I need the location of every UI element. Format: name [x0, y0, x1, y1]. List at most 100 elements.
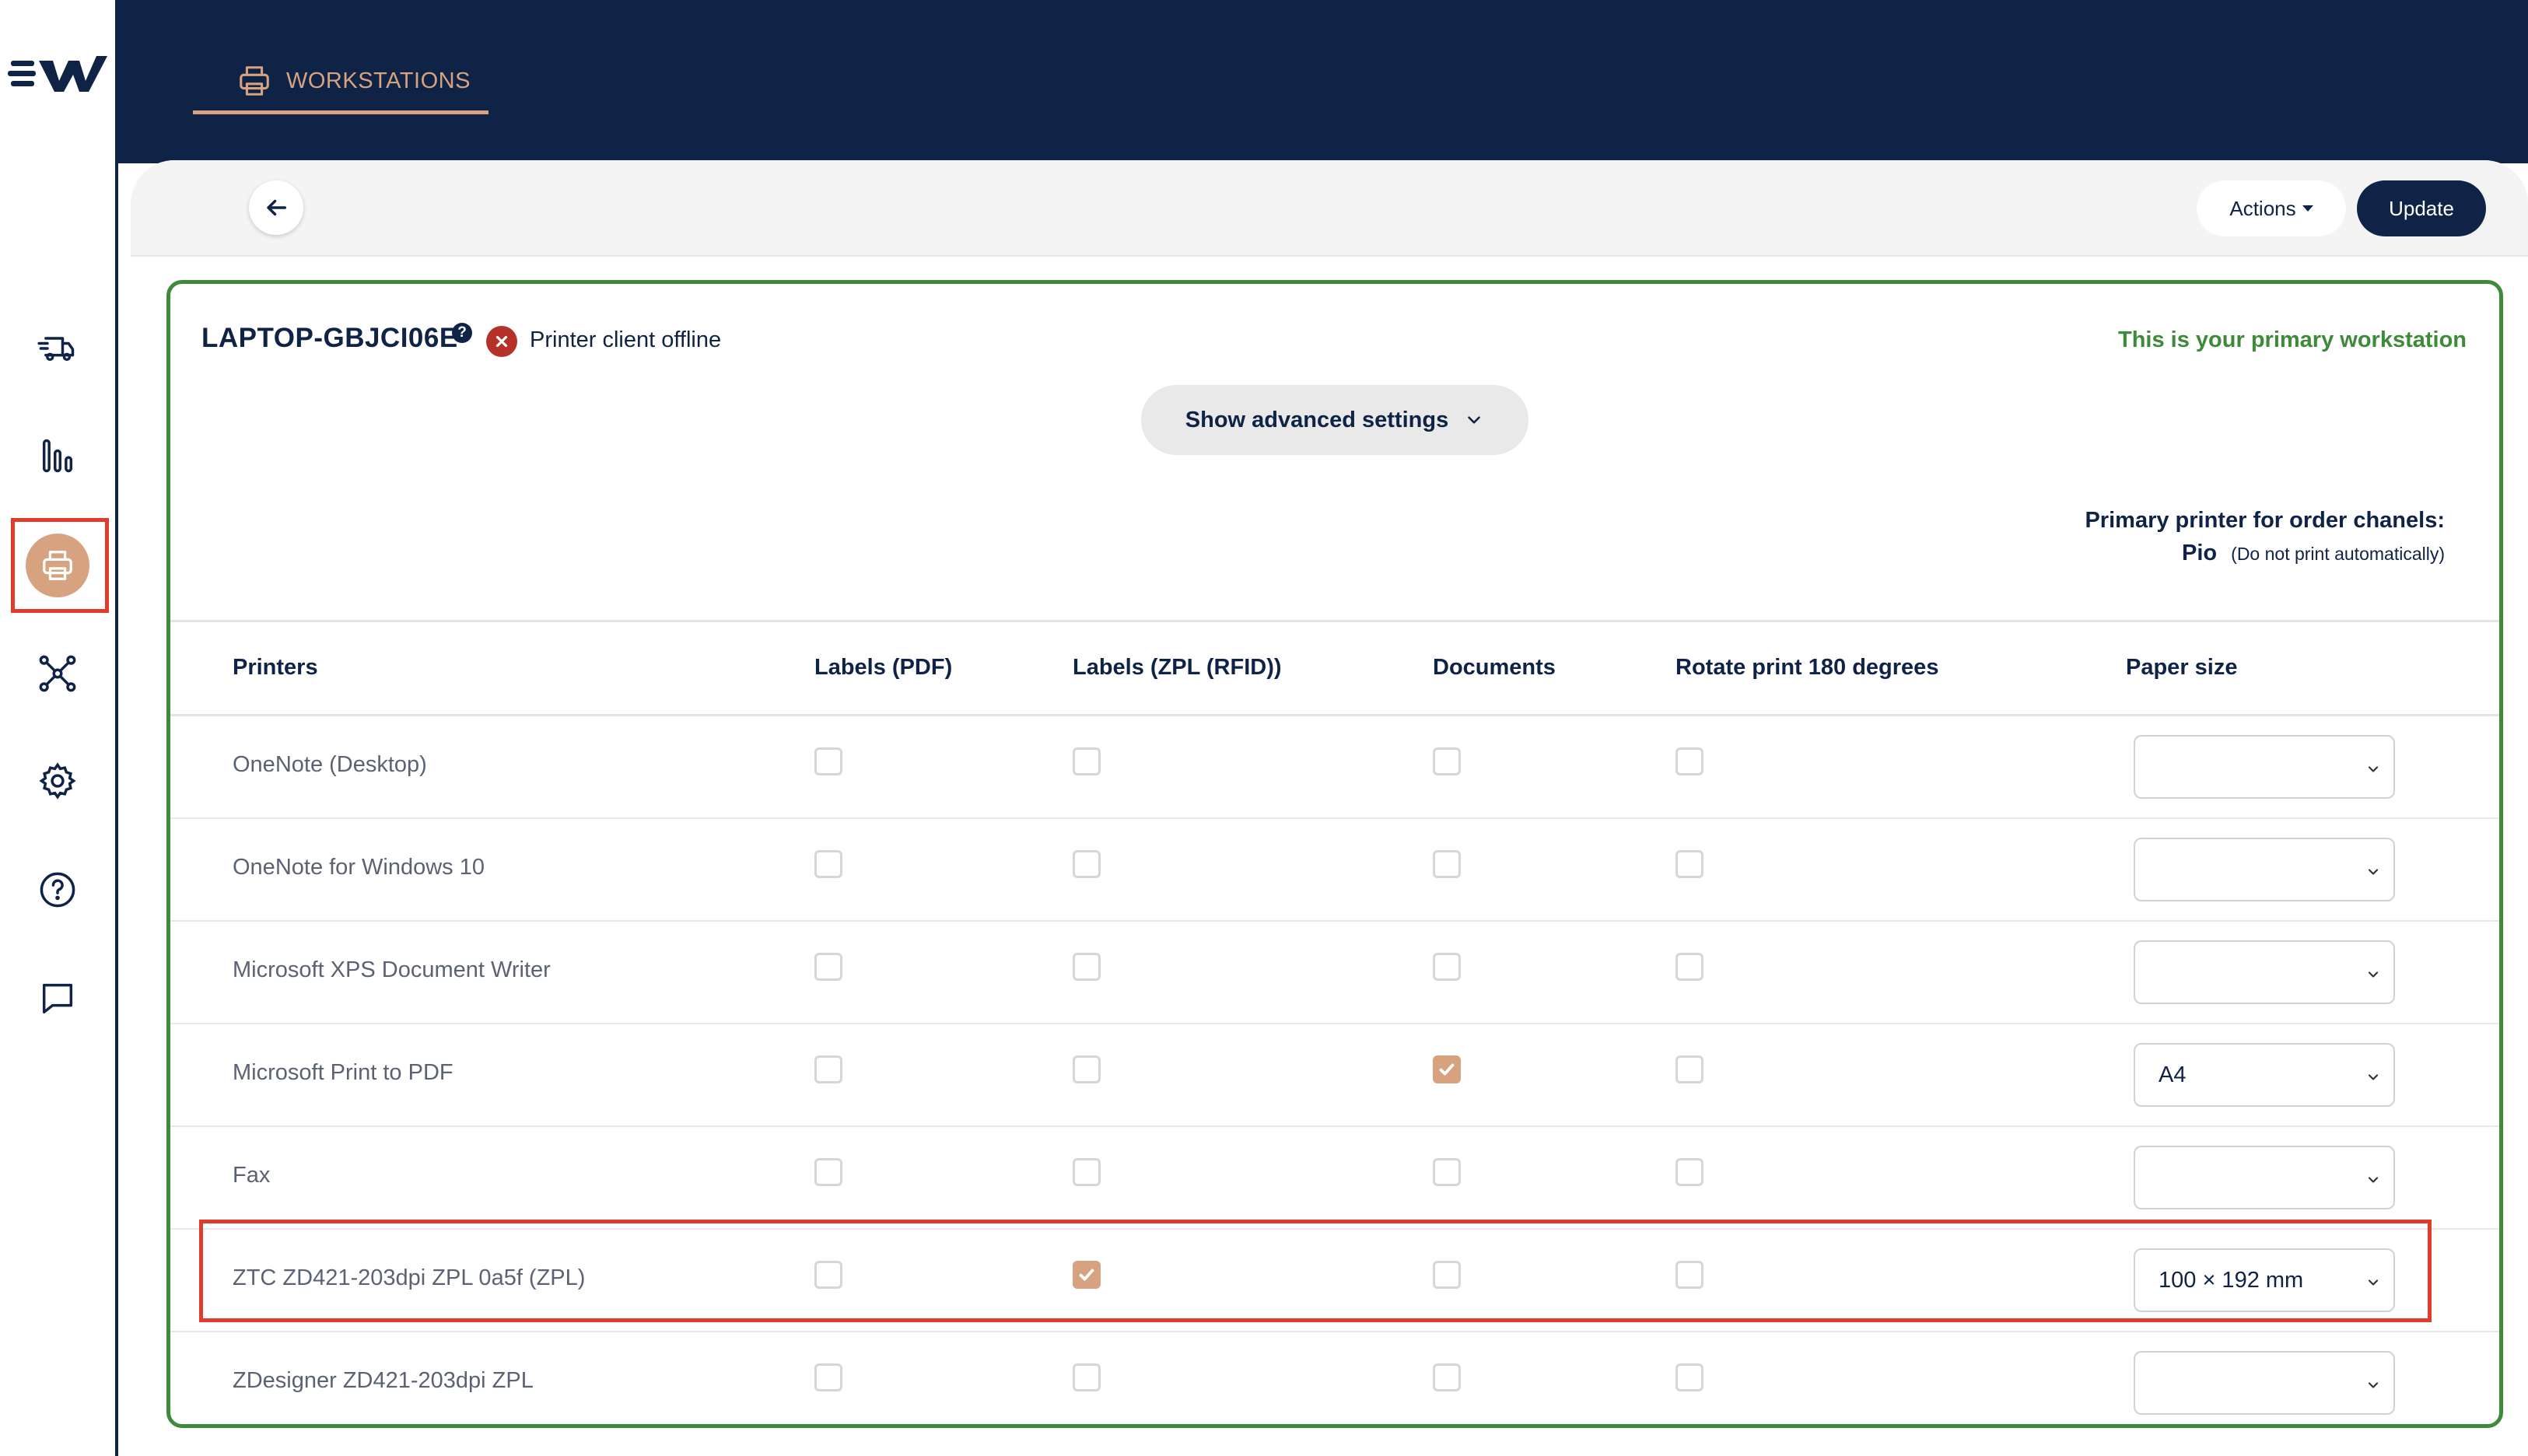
checkbox-labels-pdf[interactable] [814, 1363, 842, 1391]
col-rotate: Rotate print 180 degrees [1675, 655, 1939, 680]
printer-name: OneNote (Desktop) [233, 752, 427, 777]
checkbox-documents[interactable] [1433, 1055, 1461, 1083]
status-text: Printer client offline [530, 327, 722, 352]
chevron-down-icon [2368, 1074, 2379, 1080]
actions-label: Actions [2229, 196, 2296, 220]
col-labels-pdf: Labels (PDF) [814, 655, 953, 680]
table-row: Microsoft XPS Document Writer [170, 922, 2499, 1024]
paper-size-select[interactable]: A4 [2134, 1043, 2395, 1107]
checkbox-labels-zpl[interactable] [1073, 1055, 1101, 1083]
table-row: ZDesigner ZD421-203dpi ZPL [170, 1332, 2499, 1424]
arrow-left-icon [267, 199, 287, 216]
tab-workstations[interactable]: WORKSTATIONS [193, 47, 488, 115]
table-row: Fax [170, 1127, 2499, 1230]
offline-status-icon [486, 326, 517, 357]
checkbox-labels-zpl[interactable] [1073, 953, 1101, 981]
table-row: Microsoft Print to PDF A4 [170, 1024, 2499, 1127]
highlighted-row-frame [199, 1220, 2432, 1322]
checkbox-labels-pdf[interactable] [814, 1158, 842, 1186]
checkbox-labels-pdf[interactable] [814, 850, 842, 878]
checkbox-labels-zpl[interactable] [1073, 1158, 1101, 1186]
sidebar-item-chat[interactable] [28, 969, 87, 1028]
update-label: Update [2389, 196, 2454, 220]
primary-printer-line: Pio (Do not print automatically) [2182, 541, 2445, 566]
checkbox-rotate[interactable] [1675, 953, 1703, 981]
sidebar [0, 0, 118, 1456]
sidebar-item-shipments[interactable] [28, 319, 87, 378]
help-icon [40, 872, 75, 908]
checkbox-documents[interactable] [1433, 953, 1461, 981]
paper-size-select[interactable] [2134, 735, 2395, 799]
checkbox-labels-zpl[interactable] [1073, 1363, 1101, 1391]
checkbox-rotate[interactable] [1675, 1158, 1703, 1186]
chevron-down-icon [2368, 766, 2379, 772]
workstation-name: LAPTOP-GBJCI06E [201, 323, 458, 353]
checkbox-documents[interactable] [1433, 850, 1461, 878]
update-button[interactable]: Update [2357, 180, 2486, 236]
printer-name: OneNote for Windows 10 [233, 855, 485, 880]
close-icon [495, 335, 508, 348]
back-button[interactable] [249, 180, 303, 235]
primary-note: (Do not print automatically) [2231, 544, 2445, 564]
bar-chart-icon [42, 439, 73, 473]
question-icon[interactable]: ? [452, 323, 472, 343]
tab-label: WORKSTATIONS [286, 68, 471, 93]
paper-size-select[interactable] [2134, 1351, 2395, 1415]
logo-icon[interactable] [8, 50, 109, 96]
toolbar: Actions Update [131, 160, 2528, 257]
chat-icon [42, 983, 73, 1014]
printer-name: ZDesigner ZD421-203dpi ZPL [233, 1368, 534, 1393]
chevron-down-icon [2368, 869, 2379, 875]
checkbox-labels-zpl[interactable] [1073, 747, 1101, 775]
delivery-truck-icon [37, 337, 75, 362]
checkbox-documents[interactable] [1433, 747, 1461, 775]
chevron-down-icon [2368, 971, 2379, 978]
checkbox-rotate[interactable] [1675, 1055, 1703, 1083]
paper-size-select[interactable] [2134, 940, 2395, 1004]
checkbox-rotate[interactable] [1675, 1363, 1703, 1391]
col-printers: Printers [233, 655, 318, 680]
printer-icon [240, 66, 269, 96]
col-labels-zpl: Labels (ZPL (RFID)) [1073, 655, 1282, 680]
chevron-down-icon [1468, 416, 1481, 424]
network-icon [39, 655, 76, 692]
sidebar-item-statistics[interactable] [28, 426, 87, 485]
printer-icon [43, 551, 72, 580]
checkbox-labels-zpl[interactable] [1073, 850, 1101, 878]
paper-size-value: A4 [2159, 1062, 2187, 1087]
checkbox-documents[interactable] [1433, 1363, 1461, 1391]
checkbox-rotate[interactable] [1675, 850, 1703, 878]
checkbox-labels-pdf[interactable] [814, 1055, 842, 1083]
checkmark-icon [1439, 1063, 1455, 1076]
tab-active-underline [193, 110, 488, 114]
table-row: OneNote (Desktop) [170, 716, 2499, 819]
caret-down-icon [2302, 205, 2313, 212]
primary-channel: Pio [2182, 541, 2218, 565]
printer-name: Microsoft XPS Document Writer [233, 957, 551, 982]
paper-size-select[interactable] [2134, 838, 2395, 901]
paper-size-select[interactable] [2134, 1146, 2395, 1209]
sidebar-item-integrations[interactable] [28, 644, 87, 703]
checkbox-labels-pdf[interactable] [814, 747, 842, 775]
primary-printer-title: Primary printer for order chanels: [2085, 508, 2445, 533]
col-documents: Documents [1433, 655, 1556, 680]
printer-name: Microsoft Print to PDF [233, 1060, 453, 1085]
printer-name: Fax [233, 1163, 271, 1188]
primary-workstation-badge: This is your primary workstation [2118, 327, 2467, 352]
sidebar-item-settings[interactable] [28, 751, 87, 810]
gear-icon [39, 762, 76, 800]
col-paper-size: Paper size [2126, 655, 2238, 680]
sidebar-item-workstations[interactable] [26, 534, 89, 597]
checkbox-documents[interactable] [1433, 1158, 1461, 1186]
advanced-label: Show advanced settings [1185, 407, 1449, 432]
table-row: OneNote for Windows 10 [170, 819, 2499, 922]
sidebar-item-help[interactable] [28, 860, 87, 919]
table-header: Printers Labels (PDF) Labels (ZPL (RFID)… [170, 620, 2499, 716]
chevron-down-icon [2368, 1177, 2379, 1183]
checkbox-labels-pdf[interactable] [814, 953, 842, 981]
checkbox-rotate[interactable] [1675, 747, 1703, 775]
top-header: WORKSTATIONS [118, 0, 2528, 163]
actions-button[interactable]: Actions [2197, 180, 2346, 236]
show-advanced-settings-button[interactable]: Show advanced settings [1141, 385, 1528, 455]
question-glyph: ? [457, 324, 467, 341]
